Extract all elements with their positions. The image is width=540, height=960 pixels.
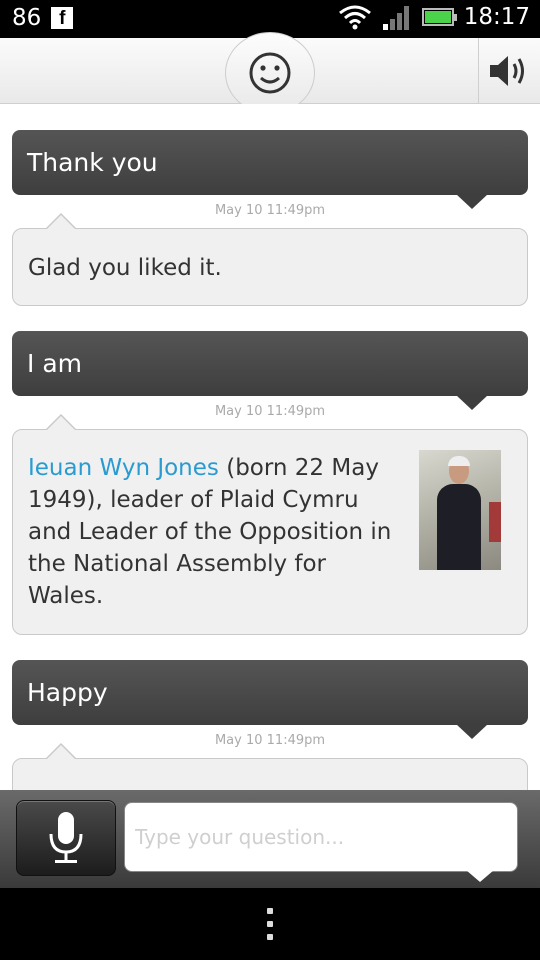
bot-reply — [12, 743, 528, 790]
smiley-face-button[interactable] — [225, 32, 315, 114]
user-message: Happy — [12, 660, 528, 739]
user-message-text: Thank you — [27, 148, 158, 177]
user-message-text: I am — [27, 349, 82, 378]
bot-reply: Glad you liked it. — [12, 213, 528, 306]
nav-bar — [0, 888, 540, 960]
status-time: 18:17 — [463, 4, 530, 30]
speaker-button[interactable] — [478, 38, 540, 104]
message-timestamp: May 10 11:49pm — [214, 203, 326, 218]
message-timestamp: May 10 11:49pm — [214, 733, 326, 748]
microphone-icon — [49, 812, 83, 863]
status-right: 18:17 — [338, 4, 530, 30]
facebook-icon: f — [51, 7, 74, 29]
wiki-link[interactable]: Ieuan Wyn Jones — [28, 455, 219, 481]
user-message-text: Happy — [27, 678, 108, 707]
person-photo[interactable] — [419, 450, 501, 570]
microphone-button[interactable] — [16, 800, 116, 876]
chat-area[interactable]: Thank you May 10 11:49pm Glad you liked … — [0, 104, 540, 790]
menu-dots-icon[interactable] — [250, 904, 290, 944]
bot-reply-text: Ieuan Wyn Jones (born 22 May 1949), lead… — [28, 452, 397, 612]
wifi-icon — [338, 5, 371, 30]
signal-icon — [382, 6, 409, 30]
user-message: Thank you — [12, 130, 528, 209]
bot-reply-wiki: Ieuan Wyn Jones (born 22 May 1949), lead… — [12, 414, 528, 635]
app-header — [0, 32, 540, 114]
input-bubble-tail — [466, 870, 494, 882]
notification-count: 86 — [12, 5, 42, 31]
bot-reply-text: Glad you liked it. — [28, 255, 222, 281]
speaker-icon — [489, 56, 524, 86]
smiley-face-icon — [249, 52, 291, 94]
question-input[interactable] — [124, 802, 518, 872]
user-message: I am — [12, 331, 528, 410]
battery-icon — [421, 8, 457, 26]
input-bar — [0, 790, 540, 888]
status-left: 86 f — [12, 5, 74, 31]
message-timestamp: May 10 11:49pm — [214, 404, 326, 419]
